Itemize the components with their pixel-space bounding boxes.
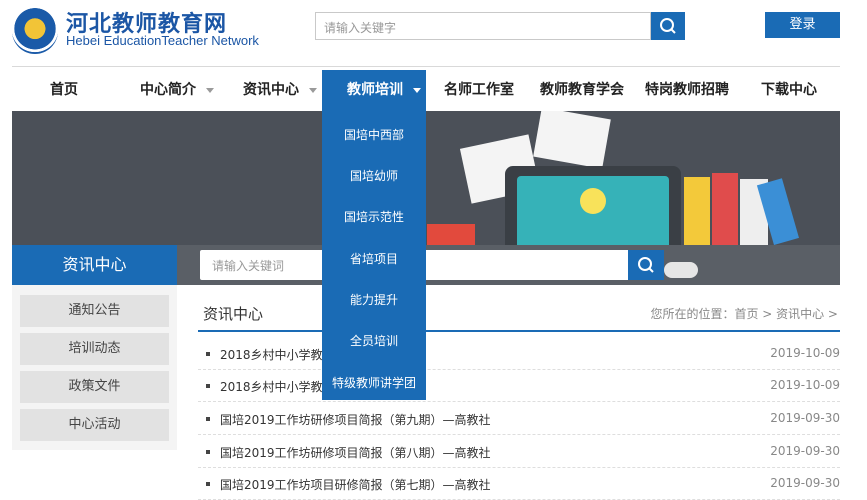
nav-downloads[interactable]: 下载中心: [761, 70, 817, 110]
nav-news[interactable]: 资讯中心: [243, 70, 317, 110]
bullet-icon: [206, 384, 210, 388]
news-date: 2019-09-30: [770, 411, 840, 425]
dropdown-item-provincial[interactable]: 省培项目: [322, 250, 426, 267]
news-search-button[interactable]: [628, 250, 664, 280]
dropdown-item-master-teachers[interactable]: 特级教师讲学团: [322, 374, 426, 391]
decor-pill: [664, 262, 698, 278]
search-icon: [638, 257, 654, 273]
news-item[interactable]: 2018乡村中小学教师...简报4 - 浙师大 2019-10-09: [198, 370, 840, 402]
training-dropdown-menu: 国培中西部 国培幼师 国培示范性 省培项目 能力提升 全员培训 特级教师讲学团: [322, 110, 426, 400]
search-input[interactable]: 请输入关键字: [315, 12, 651, 40]
search-icon: [660, 18, 676, 34]
main-nav: 首页 中心简介 资讯中心 名师工作室 教师教育学会 特岗教师招聘 下载中心: [12, 70, 840, 110]
nav-famous-teachers[interactable]: 名师工作室: [444, 70, 514, 110]
nav-training[interactable]: 教师培训: [322, 70, 426, 110]
nav-home[interactable]: 首页: [50, 70, 78, 110]
search-button[interactable]: [651, 12, 685, 40]
cup-illustration: [427, 224, 475, 245]
sidebar-item-activities[interactable]: 中心活动: [20, 409, 169, 441]
breadcrumb[interactable]: 您所在的位置：首页 > 资讯中心 >: [650, 305, 838, 322]
news-item[interactable]: 国培2019工作坊研修项目简报（第八期）—高教社 2019-09-30: [198, 436, 840, 468]
news-date: 2019-09-30: [770, 476, 840, 490]
news-title[interactable]: 国培2019工作坊项目研修简报（第七期）—高教社: [220, 476, 491, 493]
nav-training-label: 教师培训: [347, 70, 421, 110]
bullet-icon: [206, 417, 210, 421]
login-button[interactable]: 登录: [765, 12, 840, 38]
book-illustration: [684, 177, 710, 245]
dropdown-item-ability[interactable]: 能力提升: [322, 291, 426, 308]
chevron-down-icon: [309, 87, 317, 93]
dropdown-item-guopei-demo[interactable]: 国培示范性: [322, 208, 426, 225]
bullet-icon: [206, 450, 210, 454]
news-item[interactable]: 2018乡村中小学教师...简报5 - 浙师大 2019-10-09: [198, 338, 840, 370]
nav-about[interactable]: 中心简介: [140, 70, 214, 110]
news-item[interactable]: 国培2019工作坊研修项目简报（第九期）—高教社 2019-09-30: [198, 403, 840, 435]
logo-emblem-icon[interactable]: [12, 8, 58, 54]
book-illustration: [712, 173, 738, 245]
divider: [12, 66, 840, 67]
dropdown-item-all-staff[interactable]: 全员培训: [322, 332, 426, 349]
dropdown-item-guopei-preschool[interactable]: 国培幼师: [322, 167, 426, 184]
nav-teacher-society[interactable]: 教师教育学会: [540, 70, 624, 110]
content-title: 资讯中心: [203, 305, 264, 323]
news-date: 2019-10-09: [770, 346, 840, 360]
paper-illustration: [533, 111, 611, 169]
nav-about-label: 中心简介: [140, 82, 196, 98]
page: 河北教师教育网 Hebei EducationTeacher Network 请…: [0, 0, 867, 500]
news-item[interactable]: 国培2019工作坊项目研修简报（第七期）—高教社 2019-09-30: [198, 468, 840, 500]
chevron-down-icon: [413, 87, 421, 93]
site-subtitle: Hebei EducationTeacher Network: [66, 33, 259, 48]
banner-image: [12, 111, 840, 245]
news-title[interactable]: 国培2019工作坊研修项目简报（第八期）—高教社: [220, 444, 491, 461]
chevron-down-icon: [206, 87, 214, 93]
nav-recruitment[interactable]: 特岗教师招聘: [645, 70, 729, 110]
sidebar-item-policy[interactable]: 政策文件: [20, 371, 169, 403]
sidebar-item-training-news[interactable]: 培训动态: [20, 333, 169, 365]
bullet-icon: [206, 482, 210, 486]
news-title[interactable]: 国培2019工作坊研修项目简报（第九期）—高教社: [220, 411, 491, 428]
sidebar-item-notices[interactable]: 通知公告: [20, 295, 169, 327]
lightbulb-icon: [580, 188, 606, 214]
title-underline: [198, 330, 840, 332]
news-date: 2019-10-09: [770, 378, 840, 392]
sidebar-title: 资讯中心: [12, 245, 177, 285]
nav-news-label: 资讯中心: [243, 82, 299, 98]
dropdown-item-guopei-midwest[interactable]: 国培中西部: [322, 126, 426, 143]
bullet-icon: [206, 352, 210, 356]
news-date: 2019-09-30: [770, 444, 840, 458]
